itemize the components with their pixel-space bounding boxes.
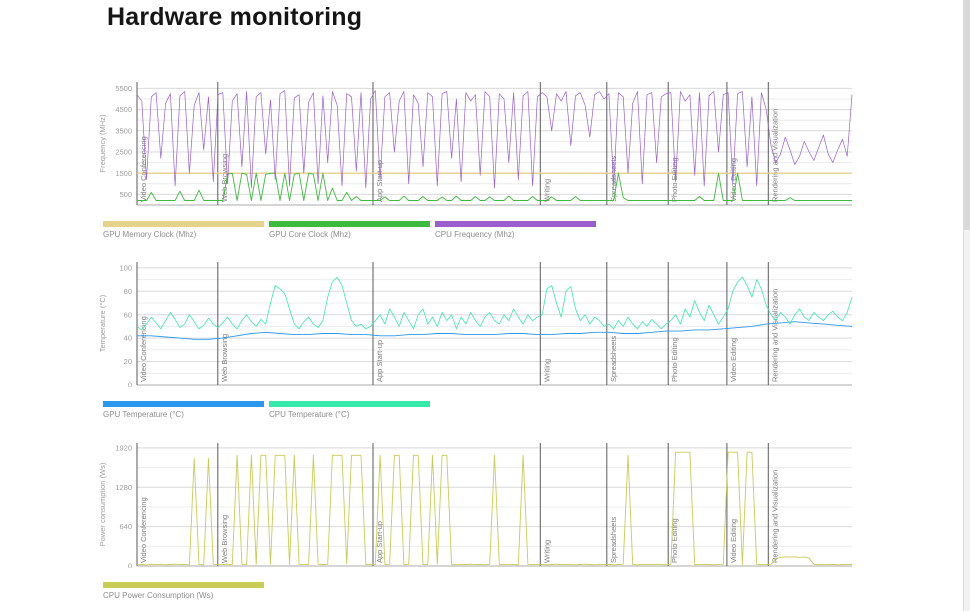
legend-item: GPU Temperature (°C) — [103, 401, 264, 419]
legend-label: CPU Frequency (Mhz) — [435, 230, 596, 239]
scenario-label: Video Conferencing — [139, 316, 148, 382]
legend-item: CPU Temperature (°C) — [269, 401, 430, 419]
legend-item: CPU Power Consumption (Ws) — [103, 582, 264, 600]
y-tick-label: 1500 — [115, 169, 132, 178]
temperature-chart-legend: GPU Temperature (°C) CPU Temperature (°C) — [103, 401, 430, 419]
y-tick-label: 0 — [128, 562, 132, 568]
y-tick-label: 0 — [128, 381, 132, 387]
y-tick-label: 100 — [119, 264, 132, 273]
power-consumption-chart: 0 640 1280 1920 Power consumption (Ws) Video … — [95, 437, 855, 568]
legend-label: GPU Temperature (°C) — [103, 410, 264, 419]
legend-swatch — [269, 221, 430, 227]
legend-label: GPU Memory Clock (Mhz) — [103, 230, 264, 239]
legend-swatch — [269, 401, 430, 407]
y-tick-label: 500 — [119, 190, 132, 199]
y-tick-label: 1920 — [115, 444, 132, 453]
frequency-chart: 500 1500 2500 3500 4500 5500 Frequency (MHz) Vi… — [95, 76, 855, 207]
frequency-chart-legend: GPU Memory Clock (Mhz) GPU Core Clock (Mh… — [103, 221, 596, 239]
scenario-label: Web Browsing — [220, 515, 229, 563]
y-axis-title: Frequency (MHz) — [98, 114, 107, 172]
legend-swatch — [103, 582, 264, 588]
scrollbar-thumb[interactable] — [964, 0, 970, 230]
scenario-label: Rendering and Visualization — [770, 109, 779, 202]
legend-item: CPU Frequency (Mhz) — [435, 221, 596, 239]
page-title: Hardware monitoring — [107, 3, 362, 32]
y-tick-label: 5500 — [115, 84, 132, 93]
legend-label: CPU Temperature (°C) — [269, 410, 430, 419]
scenario-label: Rendering and Visualization — [770, 470, 779, 563]
legend-item: GPU Memory Clock (Mhz) — [103, 221, 264, 239]
scenario-label: Video Editing — [729, 338, 738, 382]
y-tick-label: 3500 — [115, 126, 132, 135]
scenario-label: Spreadsheets — [609, 335, 618, 382]
scenario-label: Writing — [542, 359, 551, 382]
series-line — [137, 322, 852, 340]
legend-swatch — [103, 221, 264, 227]
scenario-label: Writing — [542, 540, 551, 563]
legend-swatch — [435, 221, 596, 227]
y-axis-title: Temperature (°C) — [98, 294, 107, 352]
legend-item: GPU Core Clock (Mhz) — [269, 221, 430, 239]
y-tick-label: 640 — [119, 522, 132, 531]
y-tick-label: 1280 — [115, 483, 132, 492]
legend-swatch — [103, 401, 264, 407]
scenario-label: Video Conferencing — [139, 136, 148, 202]
scenario-label: Video Editing — [729, 519, 738, 563]
scenario-label: Photo Editing — [670, 337, 679, 382]
scenario-label: Rendering and Visualization — [770, 289, 779, 382]
y-tick-label: 4500 — [115, 105, 132, 114]
scenario-label: Web Browsing — [220, 334, 229, 382]
power-consumption-chart-legend: CPU Power Consumption (Ws) — [103, 582, 264, 600]
page-scrollbar[interactable] — [963, 0, 970, 611]
y-tick-label: 40 — [124, 334, 132, 343]
y-axis-title: Power consumption (Ws) — [98, 462, 107, 546]
scenario-label: Spreadsheets — [609, 516, 618, 563]
legend-label: GPU Core Clock (Mhz) — [269, 230, 430, 239]
series-line — [137, 277, 852, 330]
y-tick-label: 20 — [124, 357, 132, 366]
y-tick-label: 80 — [124, 287, 132, 296]
temperature-chart: 0 20 40 60 80 100 Temperature (°C) Video Confer… — [95, 256, 855, 387]
scenario-label: App Start-up — [375, 340, 384, 382]
y-tick-label: 2500 — [115, 148, 132, 157]
y-tick-label: 60 — [124, 310, 132, 319]
legend-label: CPU Power Consumption (Ws) — [103, 591, 264, 600]
scenario-label: Video Conferencing — [139, 497, 148, 563]
series-line — [137, 452, 852, 565]
